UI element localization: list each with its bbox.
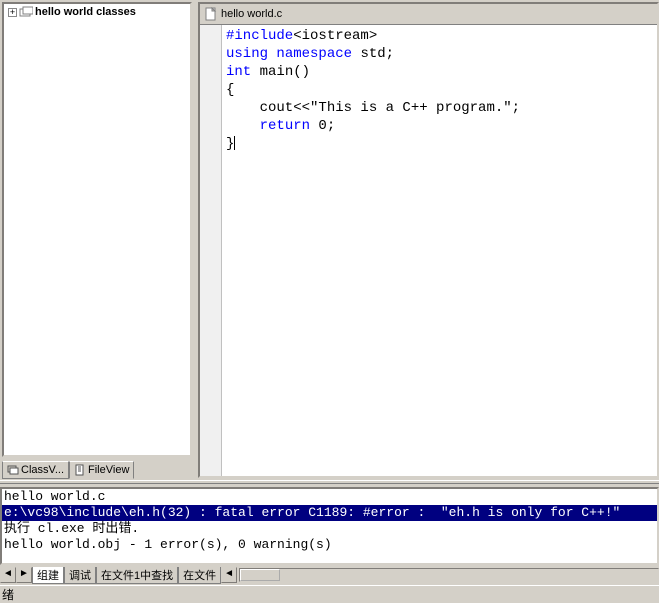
- editor-filename: hello world.c: [221, 8, 282, 20]
- tree-root-row[interactable]: + hello world classes: [4, 4, 190, 20]
- scrollbar-thumb[interactable]: [240, 569, 280, 581]
- output-hscrollbar[interactable]: [239, 568, 659, 582]
- code-editor[interactable]: #include<iostream> using namespace std; …: [222, 25, 657, 476]
- horizontal-splitter[interactable]: [0, 480, 659, 484]
- status-text: 绪: [2, 588, 14, 602]
- tree-root-label: hello world classes: [35, 6, 136, 18]
- workspace-tabs: ClassV... FileView: [2, 461, 134, 479]
- output-line: 执行 cl.exe 时出错.: [2, 521, 657, 537]
- tree-expand-icon[interactable]: +: [8, 8, 17, 17]
- classview-tab-icon: [7, 464, 19, 476]
- output-error-line[interactable]: e:\vc98\include\eh.h(32) : fatal error C…: [2, 505, 657, 521]
- scroll-left2-button[interactable]: ◄: [221, 567, 237, 583]
- tab-classview[interactable]: ClassV...: [2, 461, 69, 479]
- output-tabs-bar: ◄ ► 组建 调试 在文件1中查找 在文件 ◄: [0, 566, 659, 584]
- scroll-left-button[interactable]: ◄: [0, 567, 16, 583]
- c-file-icon: [204, 7, 218, 21]
- output-line: hello world.c: [2, 489, 657, 505]
- output-tab-build[interactable]: 组建: [32, 567, 64, 584]
- tab-fileview[interactable]: FileView: [69, 461, 134, 479]
- editor-titlebar: hello world.c: [200, 4, 657, 24]
- status-bar: 绪: [0, 585, 659, 599]
- output-tab-find1[interactable]: 在文件1中查找: [96, 567, 178, 584]
- fileview-tab-icon: [74, 464, 86, 476]
- output-tab-debug[interactable]: 调试: [64, 567, 96, 584]
- output-line: hello world.obj - 1 error(s), 0 warning(…: [2, 537, 657, 553]
- scroll-right-button[interactable]: ►: [16, 567, 32, 583]
- output-panel[interactable]: hello world.c e:\vc98\include\eh.h(32) :…: [0, 487, 659, 565]
- classes-icon: [19, 6, 33, 18]
- class-view-panel: + hello world classes: [2, 2, 192, 457]
- tab-classview-label: ClassV...: [21, 464, 64, 476]
- tab-fileview-label: FileView: [88, 464, 129, 476]
- output-tab-find2[interactable]: 在文件: [178, 567, 221, 584]
- editor-wrap: #include<iostream> using namespace std; …: [200, 24, 657, 476]
- editor-area: hello world.c #include<iostream> using n…: [198, 2, 659, 478]
- editor-gutter: [200, 25, 222, 476]
